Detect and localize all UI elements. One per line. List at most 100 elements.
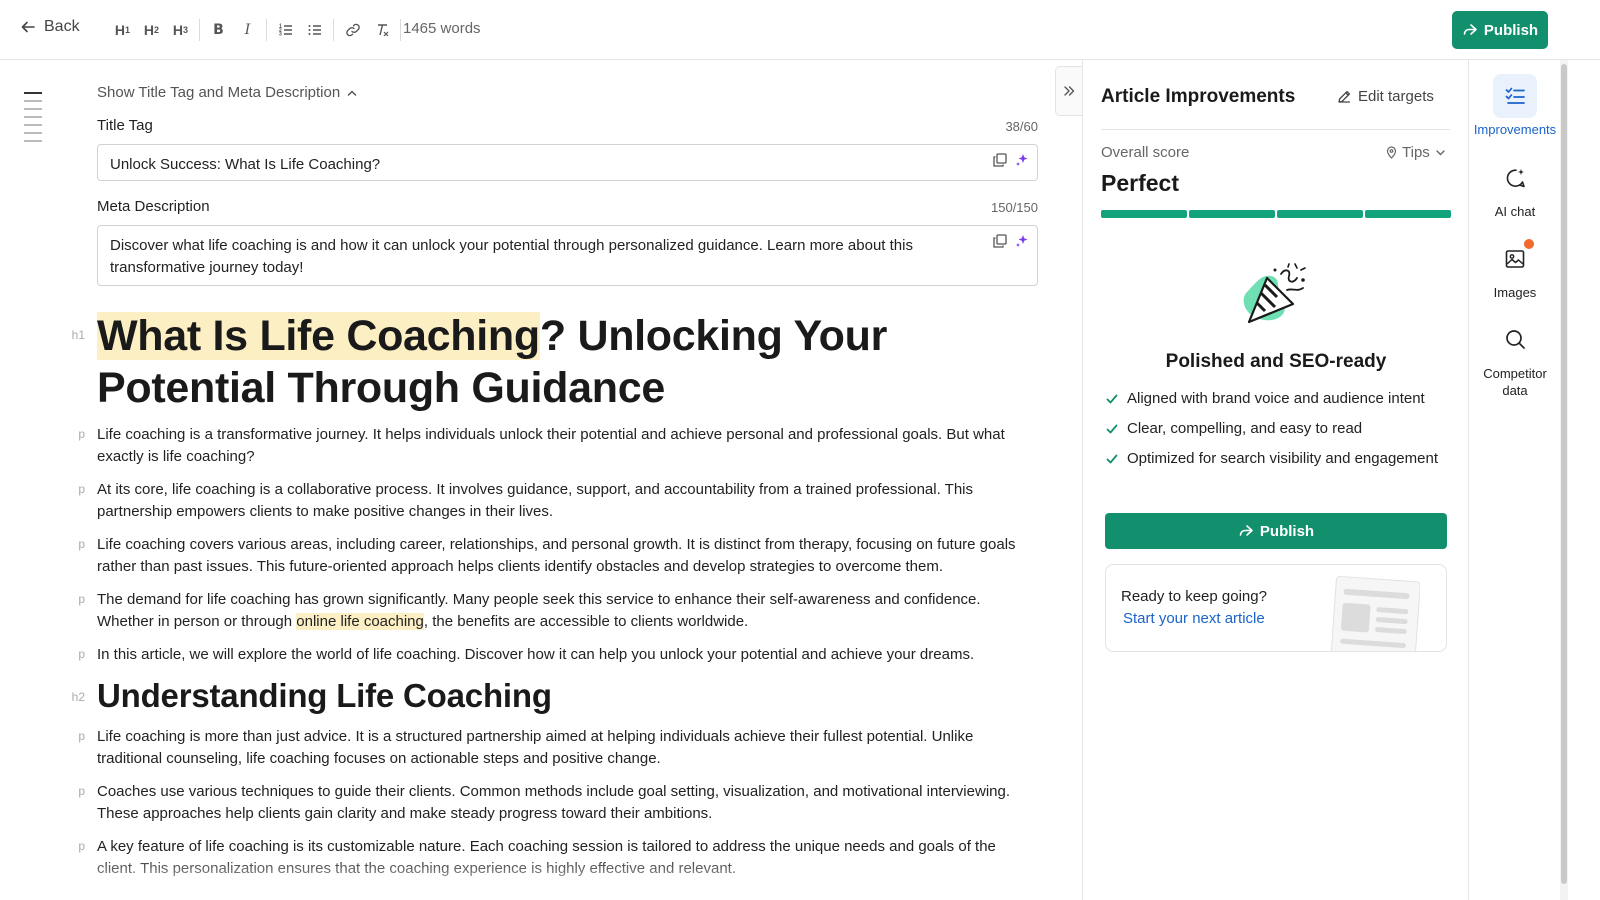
paragraph-text: At its core, life coaching is a collabor… [97, 481, 974, 520]
checklist-icon [1505, 87, 1525, 104]
rail-label: Images [1493, 285, 1537, 300]
page-scrollbar[interactable] [1560, 60, 1568, 900]
rail-icon-wrap [1493, 156, 1537, 200]
collapse-panel-button[interactable] [1055, 66, 1082, 116]
notification-dot [1524, 239, 1534, 249]
title-tag-field[interactable]: Unlock Success: What Is Life Coaching? [97, 144, 1038, 181]
meta-toggle[interactable]: Show Title Tag and Meta Description [97, 84, 358, 101]
toolbar-divider [266, 19, 267, 41]
party-popper-illustration [1243, 263, 1306, 324]
heading-text: Understanding Life Coaching [97, 677, 552, 714]
heading-1-button[interactable]: H1 [108, 16, 137, 44]
panel-title: Article Improvements [1101, 86, 1296, 107]
checklist: Aligned with brand voice and audience in… [1105, 388, 1455, 478]
paragraph[interactable]: p Life coaching covers various areas, in… [78, 534, 1032, 578]
score-segment [1365, 210, 1451, 218]
bullet-list-button[interactable] [300, 16, 329, 44]
result-title: Polished and SEO-ready [1165, 351, 1387, 372]
block-tag: p [78, 647, 85, 661]
copy-icon[interactable] [993, 153, 1007, 167]
ordered-list-button[interactable]: 123 [271, 16, 300, 44]
magnifier-icon [1506, 330, 1525, 349]
share-arrow-icon [1463, 24, 1477, 35]
clear-format-button[interactable] [367, 16, 396, 44]
paragraph-text: , the benefits are accessible to clients… [423, 613, 749, 630]
back-label: Back [44, 18, 80, 35]
paragraph[interactable]: p At its core, life coaching is a collab… [78, 479, 1032, 523]
checklist-item: Aligned with brand voice and audience in… [1105, 388, 1455, 410]
link-button[interactable] [338, 16, 367, 44]
meta-description-count: 150/150 [991, 200, 1038, 215]
svg-text:3: 3 [279, 32, 282, 38]
rail-icon-wrap [1493, 317, 1537, 361]
publish-label: Publish [1259, 522, 1315, 540]
block-tag: p [78, 537, 85, 551]
publish-button[interactable]: Publish [1452, 11, 1548, 49]
block-tag: h2 [71, 690, 85, 704]
back-button[interactable]: Back [20, 18, 80, 36]
chevron-down-icon [1436, 150, 1445, 156]
ai-sparkle-icon[interactable] [1015, 234, 1029, 248]
chevron-up-icon [347, 89, 357, 96]
toolbar-divider [333, 19, 334, 41]
rail-improvements[interactable]: Improvements [1469, 74, 1561, 137]
improvements-panel: Article Improvements Edit targets Overal… [1082, 60, 1468, 900]
top-toolbar: Back H1 H2 H3 B I 123 1465 words Publish [0, 0, 1600, 60]
toolbar-divider [400, 19, 401, 41]
toolbar-divider [199, 19, 200, 41]
paragraph[interactable]: p Coaches use various techniques to guid… [78, 781, 1032, 825]
tips-label: Tips [1402, 144, 1430, 161]
paragraph-text: Coaches use various techniques to guide … [97, 783, 1011, 822]
arrow-left-icon [21, 21, 35, 33]
heading-3-button[interactable]: H3 [166, 16, 195, 44]
checkmark-icon [1106, 394, 1118, 404]
article-heading-1[interactable]: h1 What Is Life Coaching? Unlocking Your… [72, 310, 1032, 414]
block-tag: p [78, 729, 85, 743]
paragraph[interactable]: p In this article, we will explore the w… [78, 644, 1032, 666]
scrollbar-thumb[interactable] [1561, 64, 1567, 884]
italic-button[interactable]: I [233, 16, 262, 44]
title-tag-count: 38/60 [1005, 119, 1038, 134]
block-tag: p [78, 784, 85, 798]
copy-icon[interactable] [993, 234, 1007, 248]
paragraph-text: Life coaching is a transformative journe… [97, 426, 1005, 465]
paragraph-text: A key feature of life coaching is its cu… [97, 838, 996, 877]
score-segment [1101, 210, 1187, 218]
block-tag: p [78, 427, 85, 441]
checklist-text: Aligned with brand voice and audience in… [1127, 390, 1425, 407]
paragraph-text: Life coaching covers various areas, incl… [97, 536, 1016, 575]
start-next-article-link[interactable]: Start your next article [1123, 610, 1265, 627]
ai-sparkle-icon[interactable] [1015, 153, 1029, 167]
keyword-highlight: online life coaching [296, 613, 424, 630]
score-progress-bar [1101, 210, 1451, 218]
block-tag: h1 [71, 328, 85, 342]
tips-dropdown[interactable]: Tips [1385, 144, 1447, 161]
article-heading-2[interactable]: h2 Understanding Life Coaching [72, 676, 1032, 716]
heading-2-button[interactable]: H2 [137, 16, 166, 44]
score-segment [1277, 210, 1363, 218]
clear-format-icon [377, 24, 388, 37]
title-tag-actions [993, 153, 1029, 167]
block-tag: p [78, 592, 85, 606]
meta-description-actions [993, 234, 1029, 248]
rail-label: Competitor data [1483, 366, 1547, 398]
bold-button[interactable]: B [204, 16, 233, 44]
article-editor: Show Title Tag and Meta Description Titl… [0, 60, 1082, 900]
paragraph[interactable]: p Life coaching is more than just advice… [78, 726, 1032, 770]
edit-targets-button[interactable]: Edit targets [1337, 88, 1434, 105]
rail-label: AI chat [1494, 204, 1536, 219]
paragraph[interactable]: p Life coaching is a transformative jour… [78, 424, 1032, 468]
rail-icon-wrap [1493, 74, 1537, 118]
panel-publish-button[interactable]: Publish [1105, 513, 1447, 549]
block-tag: p [78, 839, 85, 853]
meta-description-field[interactable]: Discover what life coaching is and how i… [97, 225, 1038, 286]
divider [1101, 129, 1450, 130]
meta-description-value: Discover what life coaching is and how i… [110, 237, 913, 276]
score-segment [1189, 210, 1275, 218]
paragraph[interactable]: p The demand for life coaching has grown… [78, 589, 1032, 633]
rail-ai-chat[interactable]: AI chat [1469, 156, 1561, 219]
checkmark-icon [1106, 454, 1118, 464]
paragraph[interactable]: p A key feature of life coaching is its … [78, 836, 1032, 880]
rail-competitor-data[interactable]: Competitor data [1469, 317, 1561, 399]
rail-images[interactable]: Images [1469, 237, 1561, 300]
